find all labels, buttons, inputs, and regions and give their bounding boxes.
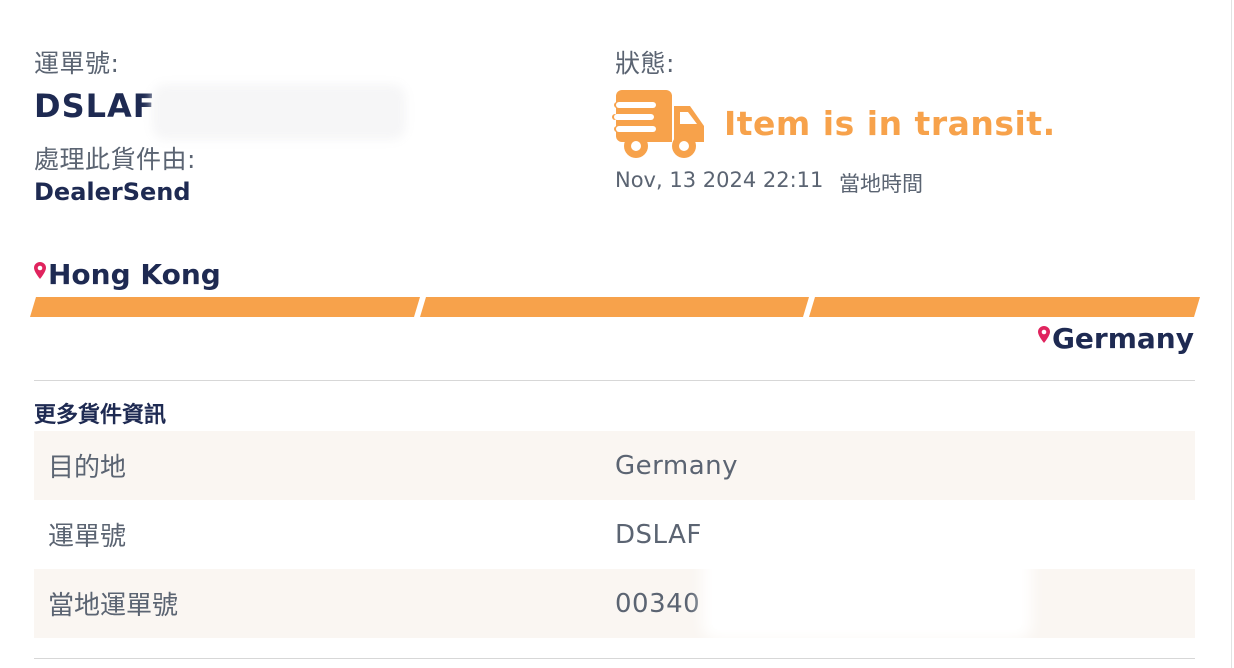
row-key-local-waybill: 當地運單號 (48, 591, 179, 621)
route-destination: Germany (1037, 322, 1194, 355)
handler-name: DealerSend (34, 178, 191, 206)
delivery-truck-icon (612, 86, 708, 162)
route-progress-bar (30, 297, 1200, 317)
section-divider (34, 380, 1195, 381)
progress-segment-3 (809, 297, 1200, 317)
waybill-label: 運單號: (34, 49, 120, 78)
row-value-destination: Germany (615, 450, 739, 481)
status-text: Item is in transit. (724, 104, 1056, 143)
table-row: 目的地 Germany (34, 431, 1195, 500)
tracking-page: 運單號: DSLAF 處理此貨件由: DealerSend 狀態: Item i… (0, 0, 1234, 668)
more-info-title: 更多貨件資訊 (34, 403, 167, 428)
row-key-waybill: 運單號 (48, 522, 127, 552)
progress-segment-2 (420, 297, 809, 317)
section-divider (34, 658, 1195, 659)
origin-name: Hong Kong (48, 258, 221, 291)
row-value-waybill: DSLAF (615, 519, 702, 550)
page-edge (1231, 0, 1232, 668)
destination-name: Germany (1051, 322, 1194, 355)
route-origin: Hong Kong (34, 258, 221, 291)
redaction-blur (716, 515, 906, 555)
status-timezone-note: 當地時間 (839, 172, 923, 196)
progress-segment-1 (30, 297, 420, 317)
location-pin-icon (34, 261, 46, 279)
status-datetime: Nov, 13 2024 22:11 (615, 168, 824, 192)
status-label: 狀態: (615, 49, 675, 78)
redaction-blur (160, 92, 398, 132)
row-key-destination: 目的地 (48, 453, 127, 483)
waybill-number: DSLAF (34, 87, 156, 125)
row-value-local-waybill: 00340 (615, 588, 701, 619)
table-row: 運單號 DSLAF (34, 500, 1195, 569)
handler-label: 處理此貨件由: (34, 145, 196, 174)
redaction-blur (712, 560, 1022, 630)
location-pin-icon (1037, 325, 1050, 343)
